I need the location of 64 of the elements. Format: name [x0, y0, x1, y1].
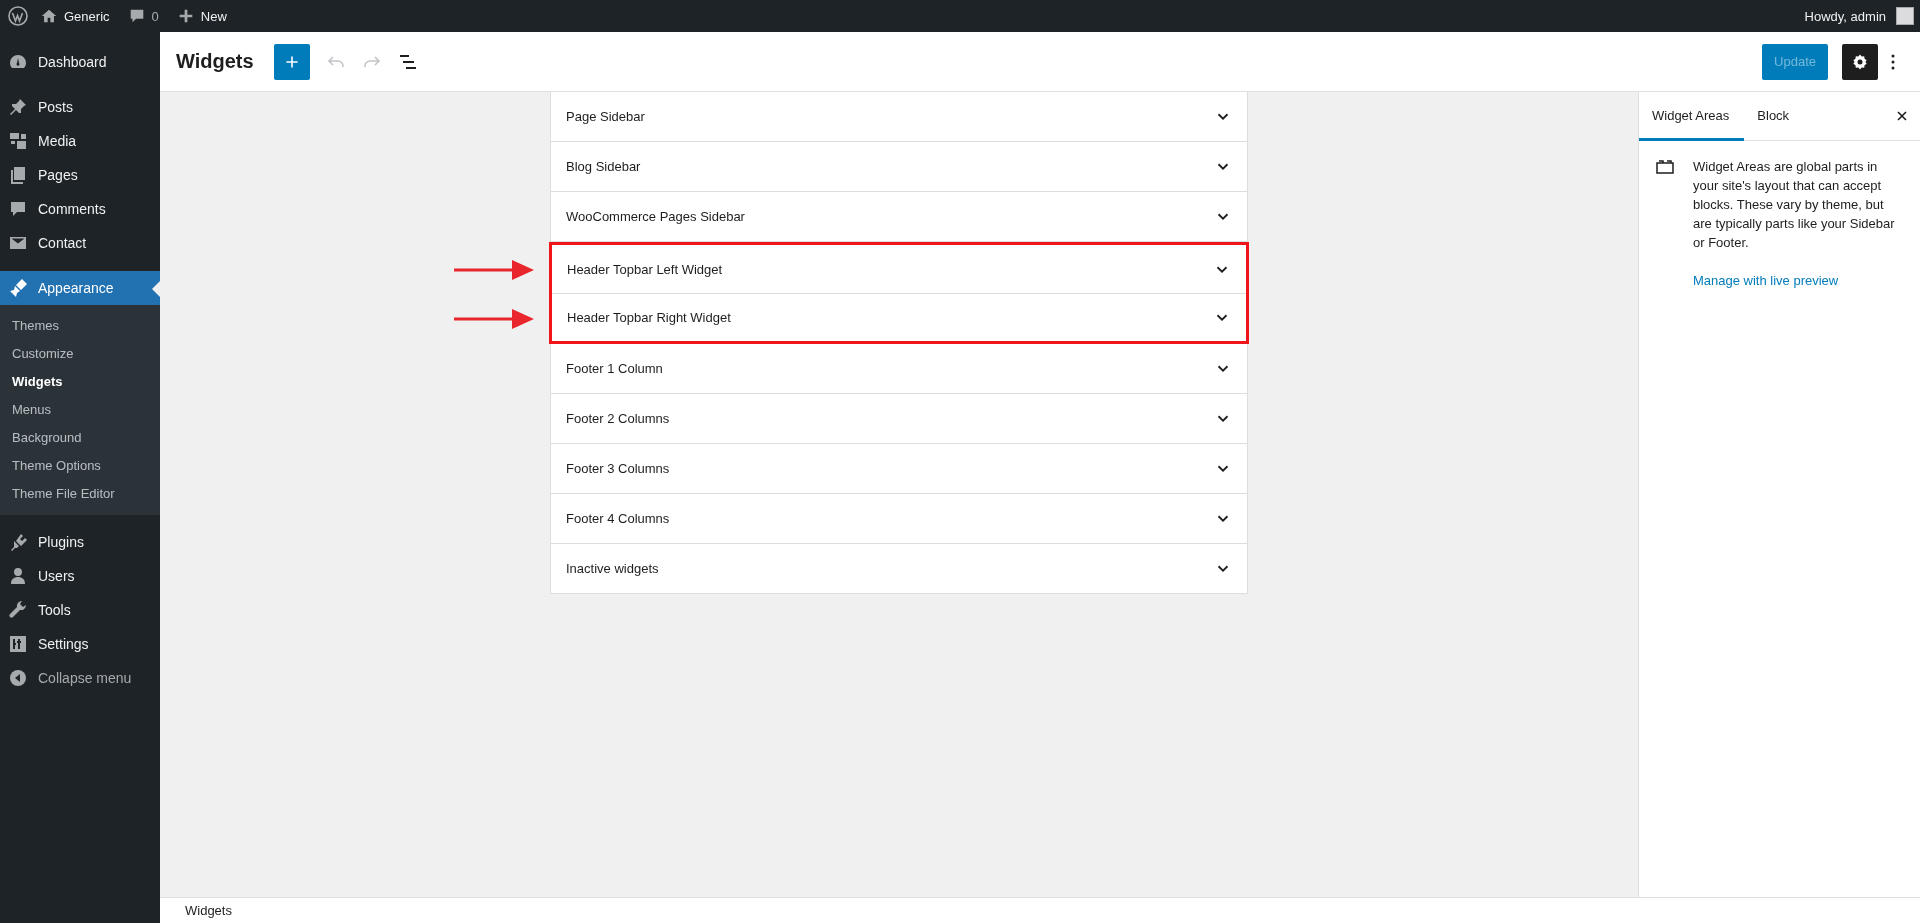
sidebar-menu-item[interactable]: Posts — [0, 90, 160, 124]
sidebar-menu-item[interactable]: Comments — [0, 192, 160, 226]
submenu-item[interactable]: Theme File Editor — [0, 480, 160, 508]
pin-icon — [8, 97, 28, 117]
arrow-icon — [454, 258, 534, 282]
sidebar-menu-item[interactable]: Plugins — [0, 525, 160, 559]
widget-area-row[interactable]: Footer 4 Columns — [550, 494, 1248, 544]
inspector-tab[interactable]: Block — [1744, 92, 1834, 141]
submenu-item[interactable]: Menus — [0, 396, 160, 424]
new-content-link[interactable]: New — [176, 7, 227, 25]
sidebar-menu-item[interactable]: Pages — [0, 158, 160, 192]
chevron-down-icon — [1217, 565, 1229, 572]
pages-icon — [8, 165, 28, 185]
sidebar-menu-item[interactable]: Appearance — [0, 271, 160, 305]
inspector-tab[interactable]: Widget Areas — [1639, 92, 1745, 141]
widget-area-row[interactable]: WooCommerce Pages Sidebar — [550, 192, 1248, 242]
arrow-icon — [454, 307, 534, 331]
brush-icon — [8, 278, 28, 298]
comment-icon — [8, 199, 28, 219]
add-block-button[interactable] — [273, 43, 310, 80]
chevron-down-icon — [1217, 465, 1229, 472]
home-icon — [40, 7, 58, 25]
sidebar-menu-item[interactable]: Tools — [0, 593, 160, 627]
sidebar-menu-item[interactable]: Media — [0, 124, 160, 158]
chevron-down-icon — [1216, 314, 1228, 321]
site-name-link[interactable]: Generic — [40, 7, 110, 25]
sidebar-menu-item[interactable]: Contact — [0, 226, 160, 260]
widget-area-row[interactable]: Footer 3 Columns — [550, 444, 1248, 494]
wrench-icon — [8, 600, 28, 620]
submenu-item[interactable]: Theme Options — [0, 452, 160, 480]
submenu-item[interactable]: Widgets — [0, 368, 160, 396]
settings-button[interactable] — [1842, 43, 1878, 80]
chevron-down-icon — [1217, 415, 1229, 422]
sidebar-menu-item[interactable]: Settings — [0, 627, 160, 661]
wordpress-logo-icon[interactable] — [8, 6, 28, 26]
submenu-item[interactable]: Themes — [0, 312, 160, 340]
chevron-down-icon — [1217, 163, 1229, 170]
sidebar-menu-item[interactable]: Users — [0, 559, 160, 593]
widget-areas-description: Widget Areas are global parts in your site's layout that can accept blocks. These vary by theme, but are typically parts like your Sidebar or Footer. — [1693, 158, 1896, 252]
page-title: Widgets — [176, 50, 254, 73]
widget-area-row[interactable]: Blog Sidebar — [550, 142, 1248, 192]
plus-icon — [283, 53, 300, 70]
user-icon — [8, 566, 28, 586]
chevron-down-icon — [1217, 365, 1229, 372]
account-link[interactable]: Howdy, admin — [1804, 7, 1914, 25]
comments-link[interactable]: 0 — [127, 7, 159, 25]
chevron-down-icon — [1217, 213, 1229, 220]
avatar-icon — [1896, 7, 1914, 25]
chevron-down-icon — [1217, 113, 1229, 120]
manage-live-preview-link[interactable]: Manage with live preview — [1693, 273, 1839, 288]
widget-area-icon — [1655, 159, 1675, 175]
media-icon — [8, 131, 28, 151]
breadcrumb[interactable]: Widgets — [185, 903, 232, 918]
sidebar-menu-item[interactable]: Dashboard — [0, 45, 160, 79]
widget-area-row[interactable]: Footer 1 Column — [550, 344, 1248, 394]
widget-area-row[interactable]: Inactive widgets — [550, 544, 1248, 594]
submenu-item[interactable]: Customize — [0, 340, 160, 368]
sliders-icon — [8, 634, 28, 654]
widget-area-row[interactable]: Page Sidebar — [550, 92, 1248, 142]
collapse-menu-button[interactable]: Collapse menu — [0, 661, 160, 695]
widget-area-row[interactable]: Footer 2 Columns — [550, 394, 1248, 444]
submenu-item[interactable]: Background — [0, 424, 160, 452]
chevron-down-icon — [1216, 265, 1228, 273]
chevron-down-icon — [1217, 515, 1229, 522]
